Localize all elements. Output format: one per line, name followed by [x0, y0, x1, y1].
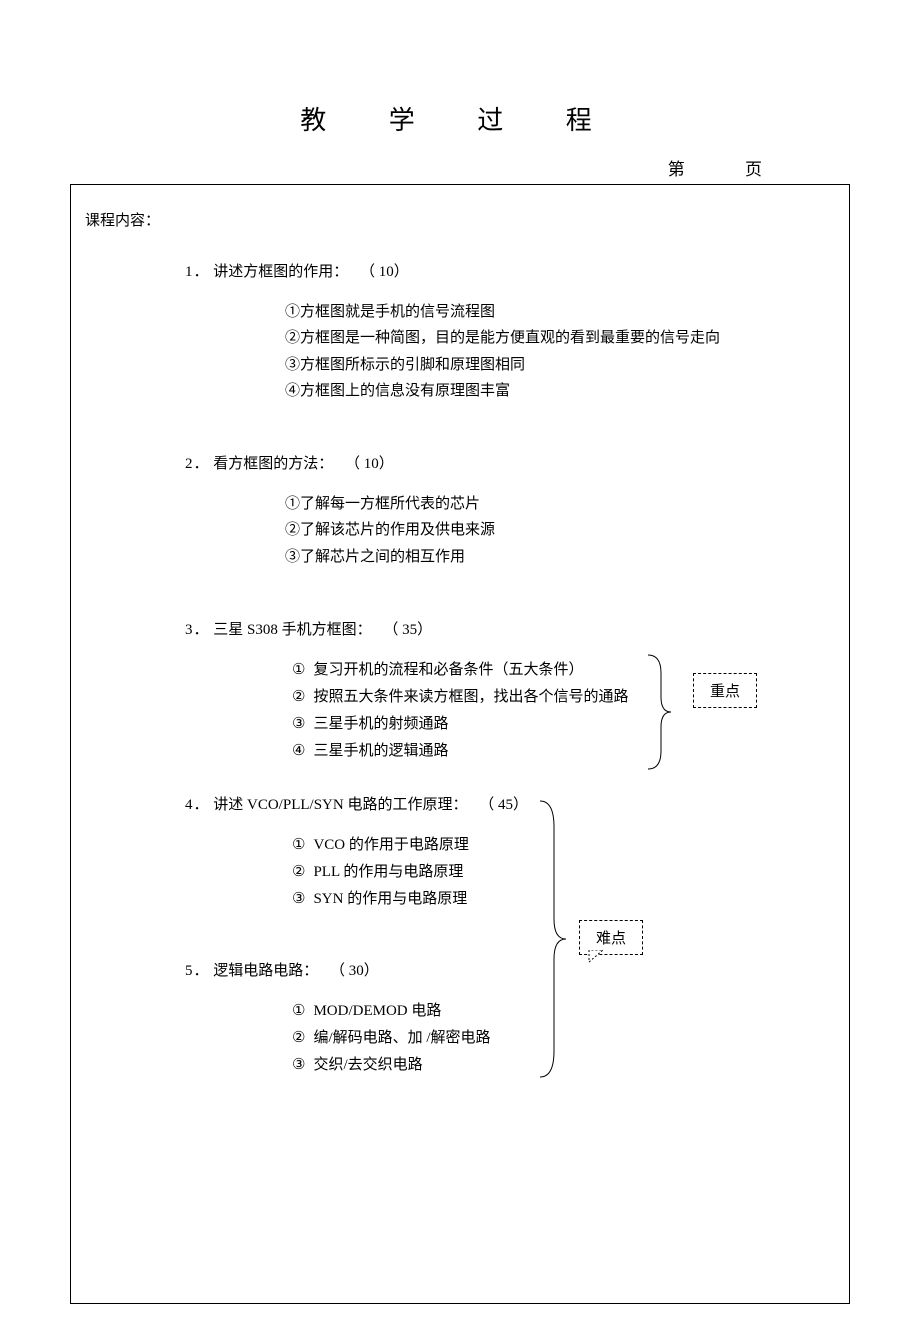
item-marker: ④ [292, 743, 305, 759]
list-item: ②了解该芯片的作用及供电来源 [285, 517, 829, 543]
list-item: ③ 三星手机的射频通路 [292, 711, 829, 738]
section-minutes: （ 10） [345, 456, 394, 472]
section-number: 2． [185, 456, 210, 472]
item-marker: ③ [292, 891, 305, 907]
item-text: 复习开机的流程和必备条件（五大条件） [313, 662, 583, 678]
list-item: ③方框图所标示的引脚和原理图相同 [285, 352, 829, 378]
content-box: 课程内容： 1． 讲述方框图的作用： （ 10） ①方框图就是手机的信号流程图 … [70, 184, 850, 1304]
section-number: 5． [185, 963, 210, 979]
page-number-label: 第 页 [70, 155, 850, 180]
section-number: 3． [185, 622, 210, 638]
item-text: 三星手机的逻辑通路 [313, 743, 448, 759]
section-title: 讲述 VCO/PLL/SYN 电路的工作原理： [213, 797, 467, 813]
section-number: 4． [185, 797, 210, 813]
section-heading: 3． 三星 S308 手机方框图： （ 35） [185, 618, 829, 639]
item-marker: ③ [292, 716, 305, 732]
item-text: VCO 的作用于电路原理 [313, 837, 468, 853]
section-heading: 4． 讲述 VCO/PLL/SYN 电路的工作原理： （ 45） [185, 793, 829, 814]
section-minutes: （ 10） [360, 264, 409, 280]
item-marker: ② [292, 689, 305, 705]
item-marker: ① [292, 837, 305, 853]
section-title: 逻辑电路电路： [213, 963, 318, 979]
list-item: ②方框图是一种简图，目的是能方便直观的看到最重要的信号走向 [285, 325, 829, 351]
item-text: 交织/去交织电路 [313, 1057, 422, 1073]
list-item: ①了解每一方框所代表的芯片 [285, 491, 829, 517]
item-marker: ① [292, 662, 305, 678]
section-minutes: （ 35） [383, 622, 432, 638]
callout-text: 难点 [596, 931, 626, 947]
item-marker: ③ [292, 1057, 305, 1073]
item-text: 编/解码电路、加 /解密电路 [313, 1030, 490, 1046]
section-heading: 1． 讲述方框图的作用： （ 10） [185, 260, 829, 281]
document-page: 教 学 过 程 第 页 课程内容： 1． 讲述方框图的作用： （ 10） ①方框… [0, 0, 920, 1344]
section-minutes: （ 30） [330, 963, 379, 979]
item-marker: ① [292, 1003, 305, 1019]
item-text: SYN 的作用与电路原理 [313, 891, 467, 907]
section-minutes: （ 45） [479, 797, 528, 813]
brace-icon [534, 799, 568, 1079]
section-heading: 5． 逻辑电路电路： （ 30） [185, 959, 829, 980]
section-items: ①了解每一方框所代表的芯片 ②了解该芯片的作用及供电来源 ③了解芯片之间的相互作… [285, 491, 829, 570]
section-title: 看方框图的方法： [213, 456, 333, 472]
course-content-label: 课程内容： [85, 209, 829, 230]
item-marker: ② [292, 1030, 305, 1046]
section-number: 1． [185, 264, 210, 280]
callout-text: 重点 [710, 684, 740, 700]
item-text: MOD/DEMOD 电路 [313, 1003, 441, 1019]
list-item: ④ 三星手机的逻辑通路 [292, 738, 829, 765]
item-text: PLL 的作用与电路原理 [313, 864, 463, 880]
section-title: 讲述方框图的作用： [213, 264, 348, 280]
section-heading: 2． 看方框图的方法： （ 10） [185, 452, 829, 473]
item-text: 按照五大条件来读方框图，找出各个信号的通路 [313, 689, 628, 705]
section-items: ①方框图就是手机的信号流程图 ②方框图是一种简图，目的是能方便直观的看到最重要的… [285, 299, 829, 404]
page-title: 教 学 过 程 [70, 100, 850, 137]
item-text: 三星手机的射频通路 [313, 716, 448, 732]
brace-icon [643, 653, 673, 771]
list-item: ③了解芯片之间的相互作用 [285, 544, 829, 570]
item-marker: ② [292, 864, 305, 880]
list-item: ①方框图就是手机的信号流程图 [285, 299, 829, 325]
callout-tail-icon [587, 950, 607, 966]
section-title: 三星 S308 手机方框图： [213, 622, 371, 638]
callout-keypoint: 重点 [693, 673, 757, 708]
list-item: ④方框图上的信息没有原理图丰富 [285, 378, 829, 404]
